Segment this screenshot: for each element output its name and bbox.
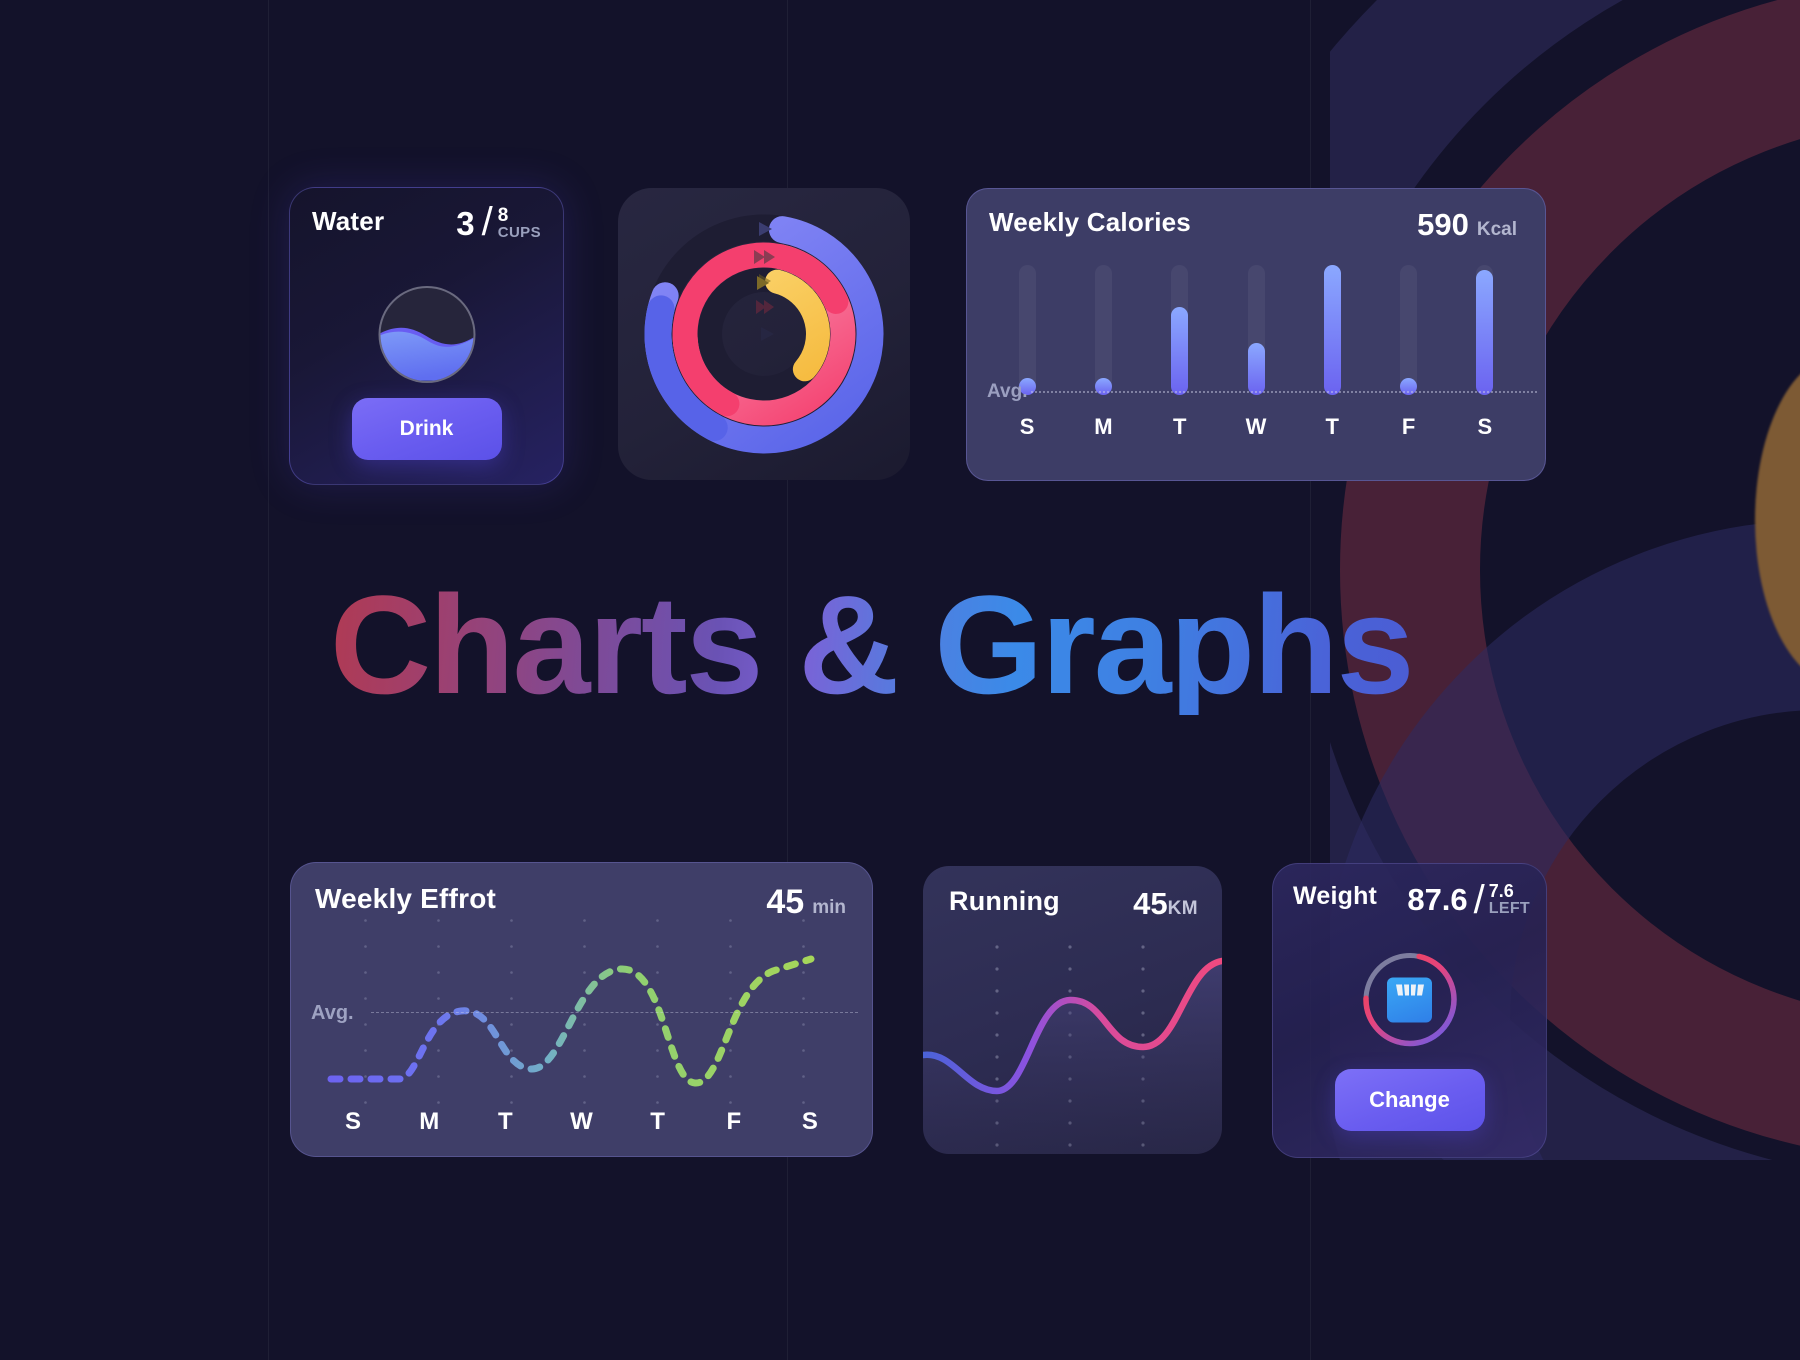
calories-day-label: T [1325,414,1339,439]
water-value-group: 3 / 8 CUPS [456,200,541,245]
weight-scale-icon [1387,977,1432,1022]
water-goal-value: 8 [497,205,509,226]
effort-day-label: T [650,1108,665,1135]
effort-avg-label: Avg. [311,1002,354,1024]
effort-day-label: W [570,1108,593,1135]
water-current-value: 3 [456,204,475,242]
grid-line-1 [268,0,269,1360]
calories-card-title: Weekly Calories [989,207,1191,237]
running-value-group: 45 KM [1133,886,1198,922]
calories-day-label: M [1094,414,1113,439]
running-unit: KM [1167,898,1198,919]
effort-day-label: S [345,1108,362,1135]
weight-progress-ring [1360,950,1459,1049]
effort-value: 45 [766,883,805,921]
calories-day-label: S [1477,414,1493,439]
water-card[interactable]: Water 3 / 8 CUPS Drink [289,187,564,485]
calories-bar-fill [1323,265,1341,395]
background-mask-bottom [1300,1160,1800,1360]
effort-value-group: 45 min [766,883,846,922]
calories-bar-track [1094,265,1112,395]
running-card-title: Running [949,886,1060,916]
change-button[interactable]: Change [1334,1069,1485,1131]
calories-day-label: T [1172,414,1187,439]
water-separator: / [481,200,493,245]
calories-card-header: Weekly Calories 590 Kcal [967,189,1545,243]
play-icon-outer [761,327,774,341]
water-unit-label: CUPS [497,224,541,242]
calories-day-label: W [1245,414,1267,439]
calories-bar-fill [1476,270,1494,395]
running-card-header: Running 45 KM [923,866,1222,922]
calories-bar-fill [1171,306,1189,395]
weight-card-title: Weight [1293,882,1378,910]
calories-unit: Kcal [1476,219,1517,240]
water-card-header: Water 3 / 8 CUPS [290,188,563,245]
calories-bar-track [1018,265,1036,395]
water-card-title: Water [312,206,385,236]
calories-value: 590 [1417,207,1469,242]
running-area-chart [923,945,1222,1154]
fast-forward-icon-middle [756,300,774,314]
weight-remaining-value: 7.6 [1488,881,1514,901]
effort-avg-line [371,1012,858,1013]
effort-day-label: F [726,1108,742,1135]
scale-display-glyph [1395,984,1424,995]
running-card[interactable]: Running 45 KM [923,866,1222,1154]
calories-avg-line [1031,391,1537,393]
effort-day-label: S [801,1108,818,1135]
running-area-fill [923,961,1222,1154]
calories-bar-fill [1247,343,1265,395]
running-value: 45 [1133,886,1168,921]
activity-rings-card[interactable] [618,188,910,480]
calories-day-label: S [1019,414,1035,439]
effort-day-label: M [419,1108,440,1135]
effort-card-title: Weekly Effrot [315,883,497,914]
page-title: Charts & Graphs [330,575,1510,715]
weight-card[interactable]: Weight 87.6 / 7.6 LEFT Change [1272,863,1547,1158]
drink-button[interactable]: Drink [351,398,502,460]
water-glass-icon [378,286,475,383]
calories-day-axis: SMTWTFS [989,414,1523,444]
weight-card-header: Weight 87.6 / 7.6 LEFT [1273,864,1546,922]
calories-bar-chart [989,265,1523,395]
weekly-effort-card[interactable]: Weekly Effrot 45 min Avg. S M T W T F S [290,862,873,1157]
effort-day-axis: SMTWTFS [315,1108,848,1140]
calories-value-group: 590 Kcal [1417,207,1517,243]
calories-avg-label: Avg. [987,381,1028,402]
effort-card-header: Weekly Effrot 45 min [291,863,872,922]
water-wave-fill [380,328,473,381]
effort-day-label: T [498,1108,513,1135]
weight-separator: / [1473,877,1485,922]
calories-day-label: F [1401,414,1416,439]
effort-unit: min [812,897,846,918]
calories-bar-track [1400,265,1418,395]
weekly-calories-card[interactable]: Weekly Calories 590 Kcal Avg. S M T W T F S [966,188,1546,481]
weight-value-group: 87.6 / 7.6 LEFT [1407,877,1530,922]
weight-remaining-label: LEFT [1488,899,1530,917]
weight-current-value: 87.6 [1407,882,1468,917]
activity-rings-chart [644,214,884,454]
